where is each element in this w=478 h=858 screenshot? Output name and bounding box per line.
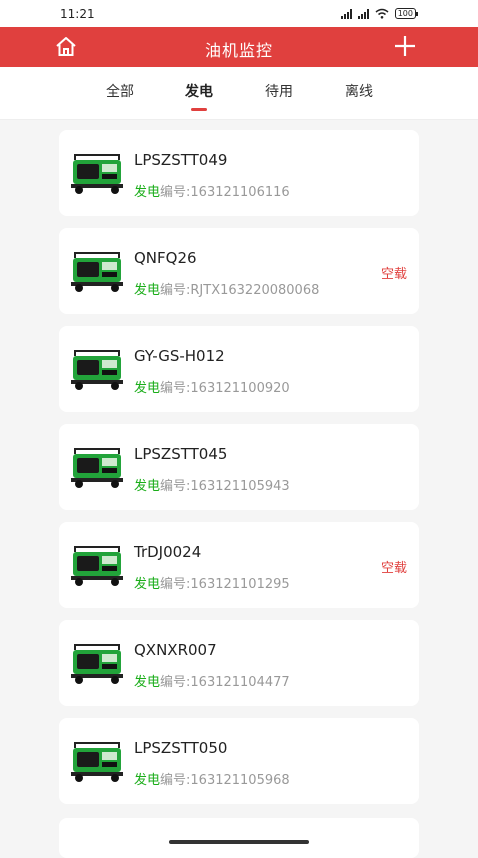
device-name: GY-GS-H012 (134, 347, 225, 365)
list-item[interactable]: LPSZSTT050 发电编号:163121105968 (59, 718, 419, 804)
device-info: 发电编号:163121105968 (134, 769, 290, 788)
list-item[interactable]: TrDJ0024 发电编号:163121101295 空载 (59, 522, 419, 608)
active-tab-indicator (191, 108, 207, 111)
device-code: 编号:163121105943 (160, 479, 290, 494)
wifi-icon (375, 8, 389, 19)
signal-icon (357, 8, 369, 19)
device-status: 发电 (134, 185, 161, 200)
home-indicator (169, 840, 309, 844)
device-name: TrDJ0024 (134, 543, 202, 561)
device-name: QXNXR007 (134, 641, 217, 659)
add-icon[interactable] (392, 33, 418, 59)
load-badge: 空载 (380, 561, 407, 576)
device-name: LPSZSTT049 (134, 151, 228, 169)
tab-offline[interactable]: 离线 (345, 81, 373, 101)
device-code: 编号:163121104477 (160, 675, 290, 690)
device-info: 发电编号:RJTX163220080068 (134, 279, 319, 298)
device-info: 发电编号:163121104477 (134, 671, 290, 690)
device-info: 发电编号:163121101295 (134, 573, 290, 592)
device-info: 发电编号:163121105943 (134, 475, 290, 494)
list-item[interactable]: LPSZSTT045 发电编号:163121105943 (59, 424, 419, 510)
device-name: LPSZSTT050 (134, 739, 228, 757)
generator-icon (71, 154, 123, 194)
device-status: 发电 (134, 675, 161, 690)
signal-icon (340, 8, 352, 19)
device-info: 发电编号:163121100920 (134, 377, 290, 396)
tab-label: 发电 (185, 84, 213, 100)
generator-icon (71, 546, 123, 586)
device-status: 发电 (134, 283, 161, 298)
filter-tabs: 全部 发电 待用 离线 (0, 67, 478, 120)
generator-icon (71, 252, 123, 292)
list-item-partial[interactable] (59, 818, 419, 858)
tab-label: 全部 (106, 84, 134, 100)
list-item[interactable]: QXNXR007 发电编号:163121104477 (59, 620, 419, 706)
tab-label: 离线 (345, 84, 373, 100)
battery-icon: 100 (394, 8, 419, 19)
list-item[interactable]: GY-GS-H012 发电编号:163121100920 (59, 326, 419, 412)
device-name: LPSZSTT045 (134, 445, 228, 463)
tab-generating[interactable]: 发电 (185, 81, 213, 111)
device-name: QNFQ26 (134, 249, 197, 267)
tab-standby[interactable]: 待用 (265, 81, 293, 101)
device-status: 发电 (134, 381, 161, 396)
generator-icon (71, 742, 123, 782)
list-item[interactable]: LPSZSTT049 发电编号:163121106116 (59, 130, 419, 216)
status-bar: 11:21 100 (0, 0, 478, 27)
load-badge: 空载 (380, 267, 407, 282)
tab-label: 待用 (265, 84, 293, 100)
list-item[interactable]: QNFQ26 发电编号:RJTX163220080068 空载 (59, 228, 419, 314)
generator-icon (71, 644, 123, 684)
device-code: 编号:163121100920 (160, 381, 290, 396)
device-info: 发电编号:163121106116 (134, 181, 290, 200)
device-code: 编号:RJTX163220080068 (160, 283, 320, 298)
device-status: 发电 (134, 577, 161, 592)
system-icons: 100 (340, 8, 419, 19)
generator-icon (71, 350, 123, 390)
generator-icon (71, 448, 123, 488)
tab-all[interactable]: 全部 (106, 81, 134, 101)
app-header: 油机监控 (0, 27, 478, 67)
status-time: 11:21 (60, 7, 95, 21)
device-code: 编号:163121105968 (160, 773, 290, 788)
device-code: 编号:163121101295 (160, 577, 290, 592)
device-status: 发电 (134, 773, 161, 788)
device-status: 发电 (134, 479, 161, 494)
device-code: 编号:163121106116 (160, 185, 290, 200)
